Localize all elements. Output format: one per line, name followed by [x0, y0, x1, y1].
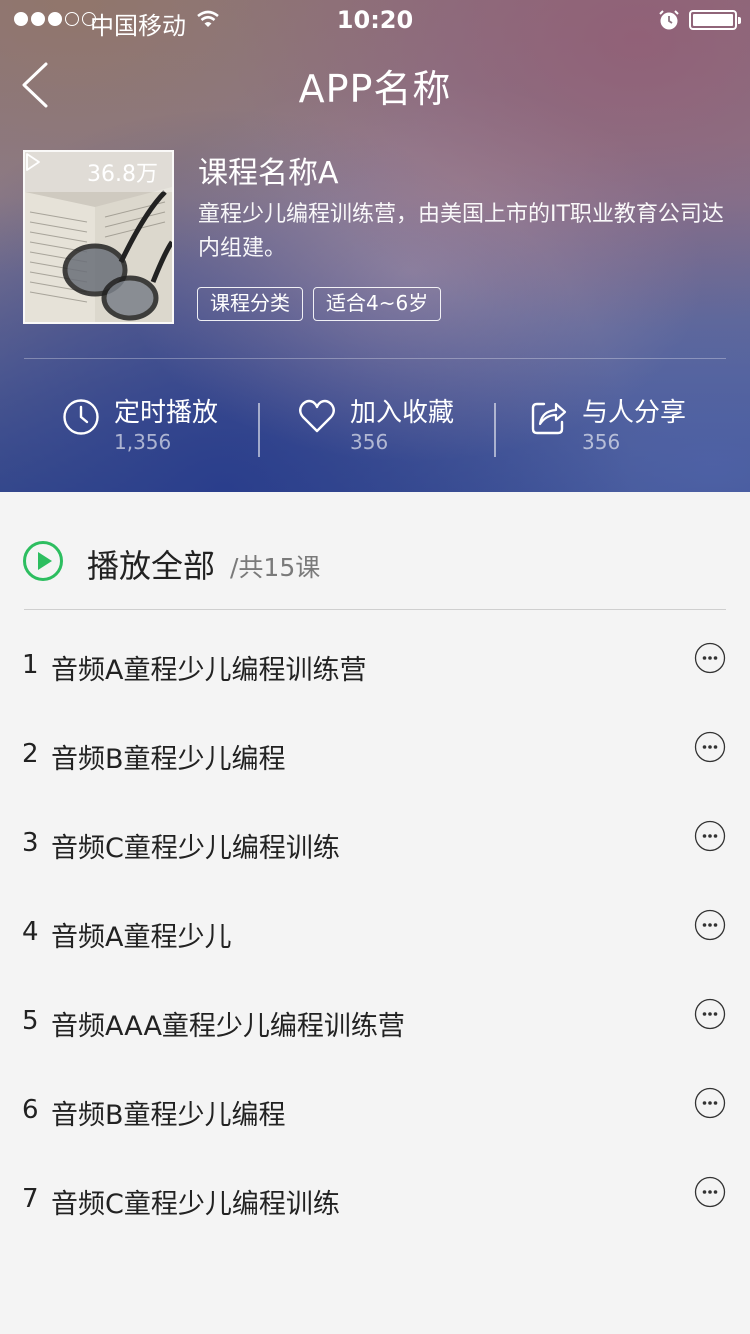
action-count: 356	[582, 430, 621, 454]
track-item[interactable]: 7 音频C童程少儿编程训练	[0, 1176, 750, 1236]
play-all-button[interactable]: 播放全部 /共15课	[22, 540, 422, 585]
course-header: 中国移动 10:20 APP名称 36.8万 课程名称A 童程少儿编程训练营，由…	[0, 0, 750, 492]
alarm-icon	[659, 10, 679, 30]
more-options-icon[interactable]	[694, 1087, 726, 1119]
track-title: 音频C童程少儿编程训练	[51, 1189, 340, 1220]
track-title: 音频A童程少儿	[51, 922, 232, 953]
more-options-icon[interactable]	[694, 731, 726, 763]
track-number: 2	[22, 739, 39, 769]
track-item[interactable]: 3 音频C童程少儿编程训练	[0, 820, 750, 880]
course-name: 课程名称A	[198, 156, 339, 191]
clock-icon	[63, 399, 99, 435]
track-title: 音频C童程少儿编程训练	[51, 833, 340, 864]
page-title: APP名称	[298, 67, 452, 111]
header-divider	[24, 358, 726, 359]
more-options-icon[interactable]	[694, 642, 726, 674]
share-icon	[531, 402, 567, 435]
track-title: 音频B童程少儿编程	[51, 1100, 286, 1131]
lesson-total: /共15课	[230, 553, 321, 582]
list-divider	[24, 609, 726, 610]
action-label: 定时播放	[114, 398, 219, 428]
more-options-icon[interactable]	[694, 998, 726, 1030]
track-item[interactable]: 1 音频A童程少儿编程训练营	[0, 642, 750, 702]
track-number: 4	[22, 917, 39, 947]
action-count: 356	[350, 430, 389, 454]
action-divider	[258, 403, 260, 457]
track-item[interactable]: 4 音频A童程少儿	[0, 909, 750, 969]
heart-icon	[299, 399, 335, 433]
action-label: 加入收藏	[350, 398, 455, 428]
clock-time: 10:20	[336, 6, 414, 34]
battery-icon	[689, 10, 741, 30]
track-item[interactable]: 2 音频B童程少儿编程	[0, 731, 750, 791]
favorite-button[interactable]: 加入收藏 356	[298, 392, 468, 462]
more-options-icon[interactable]	[694, 820, 726, 852]
track-title: 音频A童程少儿编程训练营	[51, 655, 367, 686]
track-item[interactable]: 5 音频AAA童程少儿编程训练营	[0, 998, 750, 1058]
course-description: 童程少儿编程训练营，由美国上市的IT职业教育公司达内组建。	[198, 202, 724, 261]
play-count-badge: 36.8万	[25, 152, 172, 192]
track-number: 5	[22, 1006, 39, 1036]
track-number: 1	[22, 650, 39, 680]
track-number: 6	[22, 1095, 39, 1125]
status-bar: 中国移动 10:20	[0, 0, 750, 40]
play-icon	[26, 153, 40, 171]
share-button[interactable]: 与人分享 356	[530, 392, 700, 462]
play-all-label: 播放全部	[87, 547, 216, 585]
action-count: 1,356	[114, 430, 172, 454]
more-options-icon[interactable]	[694, 909, 726, 941]
more-options-icon[interactable]	[694, 1176, 726, 1208]
course-tags: 课程分类 适合4~6岁	[197, 287, 442, 321]
track-number: 3	[22, 828, 39, 858]
action-divider	[494, 403, 496, 457]
course-cover-image[interactable]: 36.8万	[23, 150, 174, 324]
track-item[interactable]: 6 音频B童程少儿编程	[0, 1087, 750, 1147]
timer-play-button[interactable]: 定时播放 1,356	[62, 392, 232, 462]
track-title: 音频AAA童程少儿编程训练营	[51, 1011, 405, 1042]
play-count: 36.8万	[87, 162, 158, 187]
track-number: 7	[22, 1184, 39, 1214]
tag-age[interactable]: 适合4~6岁	[313, 287, 442, 321]
tag-category[interactable]: 课程分类	[197, 287, 303, 321]
track-title: 音频B童程少儿编程	[51, 744, 286, 775]
play-circle-icon	[23, 541, 63, 581]
action-label: 与人分享	[582, 398, 687, 428]
